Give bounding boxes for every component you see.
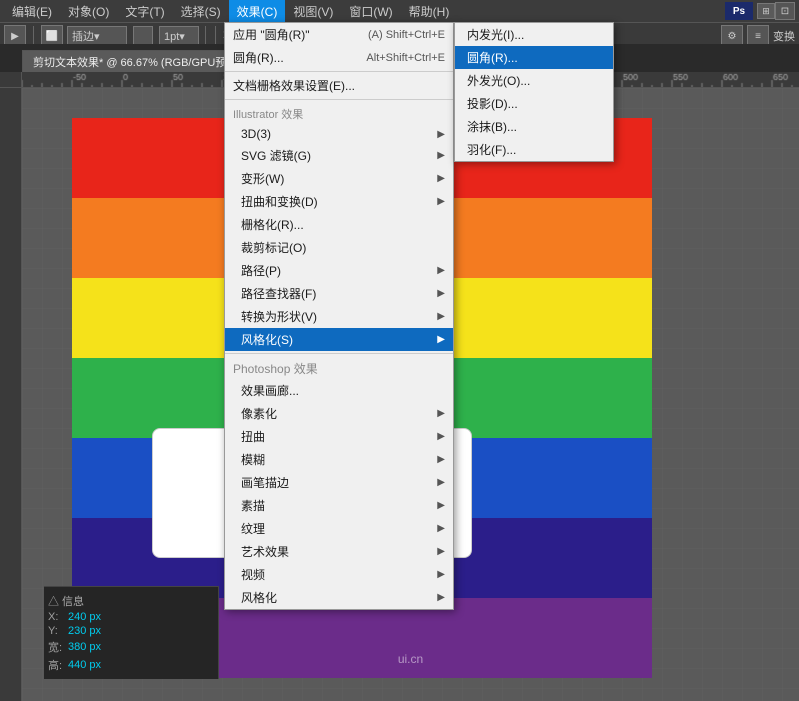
separator3	[225, 353, 453, 354]
ruler-corner	[0, 72, 22, 88]
ps-distort[interactable]: 扭曲 ▶	[225, 425, 453, 448]
info-section-label: △ 信息	[48, 593, 214, 609]
menu-window[interactable]: 窗口(W)	[341, 0, 400, 22]
expand-btn[interactable]: ⊡	[775, 2, 795, 20]
h-label: 高:	[48, 657, 64, 673]
ps-stylize[interactable]: 风格化 ▶	[225, 586, 453, 609]
ps-blur[interactable]: 模糊 ▶	[225, 448, 453, 471]
effect-convert-shape[interactable]: 转换为形状(V) ▶	[225, 305, 453, 328]
stroke-dropdown[interactable]: 插边▾	[67, 26, 127, 46]
x-label: X:	[48, 611, 64, 623]
effect-deform[interactable]: 变形(W) ▶	[225, 167, 453, 190]
menu-object[interactable]: 对象(O)	[60, 0, 117, 22]
menu-help[interactable]: 帮助(H)	[401, 0, 458, 22]
effect-stylize[interactable]: 风格化(S) ▶	[225, 328, 453, 351]
doc-grid-settings[interactable]: 文档栅格效果设置(E)...	[225, 74, 453, 97]
inner-glow[interactable]: 内发光(I)...	[455, 23, 613, 46]
round-corners[interactable]: 圆角(R)... Alt+Shift+Ctrl+E	[225, 46, 453, 69]
ps-gallery[interactable]: 效果画廊...	[225, 379, 453, 402]
stroke-color[interactable]	[133, 26, 153, 46]
ps-badge: Ps	[725, 2, 753, 20]
menu-bar: 编辑(E) 对象(O) 文字(T) 选择(S) 效果(C) 视图(V) 窗口(W…	[0, 0, 799, 22]
view-toggle[interactable]: ⊞	[757, 3, 775, 19]
illustrator-section-label: Illustrator 效果	[225, 102, 453, 124]
outer-glow[interactable]: 外发光(O)...	[455, 69, 613, 92]
w-value: 380 px	[68, 641, 108, 653]
photoshop-section-label: Photoshop 效果	[225, 356, 453, 379]
menu-edit[interactable]: 编辑(E)	[4, 0, 60, 22]
ruler-vertical	[0, 88, 22, 701]
ps-video[interactable]: 视频 ▶	[225, 563, 453, 586]
menu-effect[interactable]: 效果(C)	[229, 0, 286, 22]
ps-brush[interactable]: 画笔描边 ▶	[225, 471, 453, 494]
stylize-submenu: 内发光(I)... 圆角(R)... 外发光(O)... 投影(D)... 涂抹…	[454, 22, 614, 162]
separator2	[225, 99, 453, 100]
watermark: ui.cn	[398, 652, 423, 666]
effect-3d[interactable]: 3D(3) ▶	[225, 124, 453, 144]
transform-label: 变换	[773, 28, 795, 44]
effect-rasterize[interactable]: 栅格化(R)...	[225, 213, 453, 236]
ps-texture[interactable]: 纹理 ▶	[225, 517, 453, 540]
y-label: Y:	[48, 625, 64, 637]
ps-pixelate[interactable]: 像素化 ▶	[225, 402, 453, 425]
h-value: 440 px	[68, 659, 108, 671]
x-value: 240 px	[68, 611, 108, 623]
document-tab[interactable]: 剪切文本效果* @ 66.67% (RGB/GPU预览)	[22, 50, 252, 72]
effect-pathfinder[interactable]: 路径查找器(F) ▶	[225, 282, 453, 305]
w-label: 宽:	[48, 639, 64, 655]
separator	[225, 71, 453, 72]
effect-dropdown-menu: 应用 "圆角(R)" (A) Shift+Ctrl+E 圆角(R)... Alt…	[224, 22, 454, 610]
effect-distort[interactable]: 扭曲和变换(D) ▶	[225, 190, 453, 213]
sep3	[215, 26, 216, 46]
y-value: 230 px	[68, 625, 108, 637]
menu-view[interactable]: 视图(V)	[285, 0, 341, 22]
separator	[33, 26, 34, 46]
apply-round-corners[interactable]: 应用 "圆角(R)" (A) Shift+Ctrl+E	[225, 23, 453, 46]
ps-sketch[interactable]: 素描 ▶	[225, 494, 453, 517]
round-corners-sub[interactable]: 圆角(R)...	[455, 46, 613, 69]
effect-path[interactable]: 路径(P) ▶	[225, 259, 453, 282]
stroke-weight-dropdown[interactable]: 1pt▾	[159, 26, 199, 46]
effect-crop-marks[interactable]: 裁剪标记(O)	[225, 236, 453, 259]
scribble[interactable]: 涂抹(B)...	[455, 115, 613, 138]
effect-svg[interactable]: SVG 滤镜(G) ▶	[225, 144, 453, 167]
coords-panel: △ 信息 X: 240 px Y: 230 px 宽: 380 px 高: 44…	[44, 586, 219, 679]
separator2	[205, 26, 206, 46]
ps-artistic[interactable]: 艺术效果 ▶	[225, 540, 453, 563]
feather[interactable]: 羽化(F)...	[455, 138, 613, 161]
drop-shadow[interactable]: 投影(D)...	[455, 92, 613, 115]
menu-select[interactable]: 选择(S)	[173, 0, 229, 22]
menu-text[interactable]: 文字(T)	[117, 0, 172, 22]
